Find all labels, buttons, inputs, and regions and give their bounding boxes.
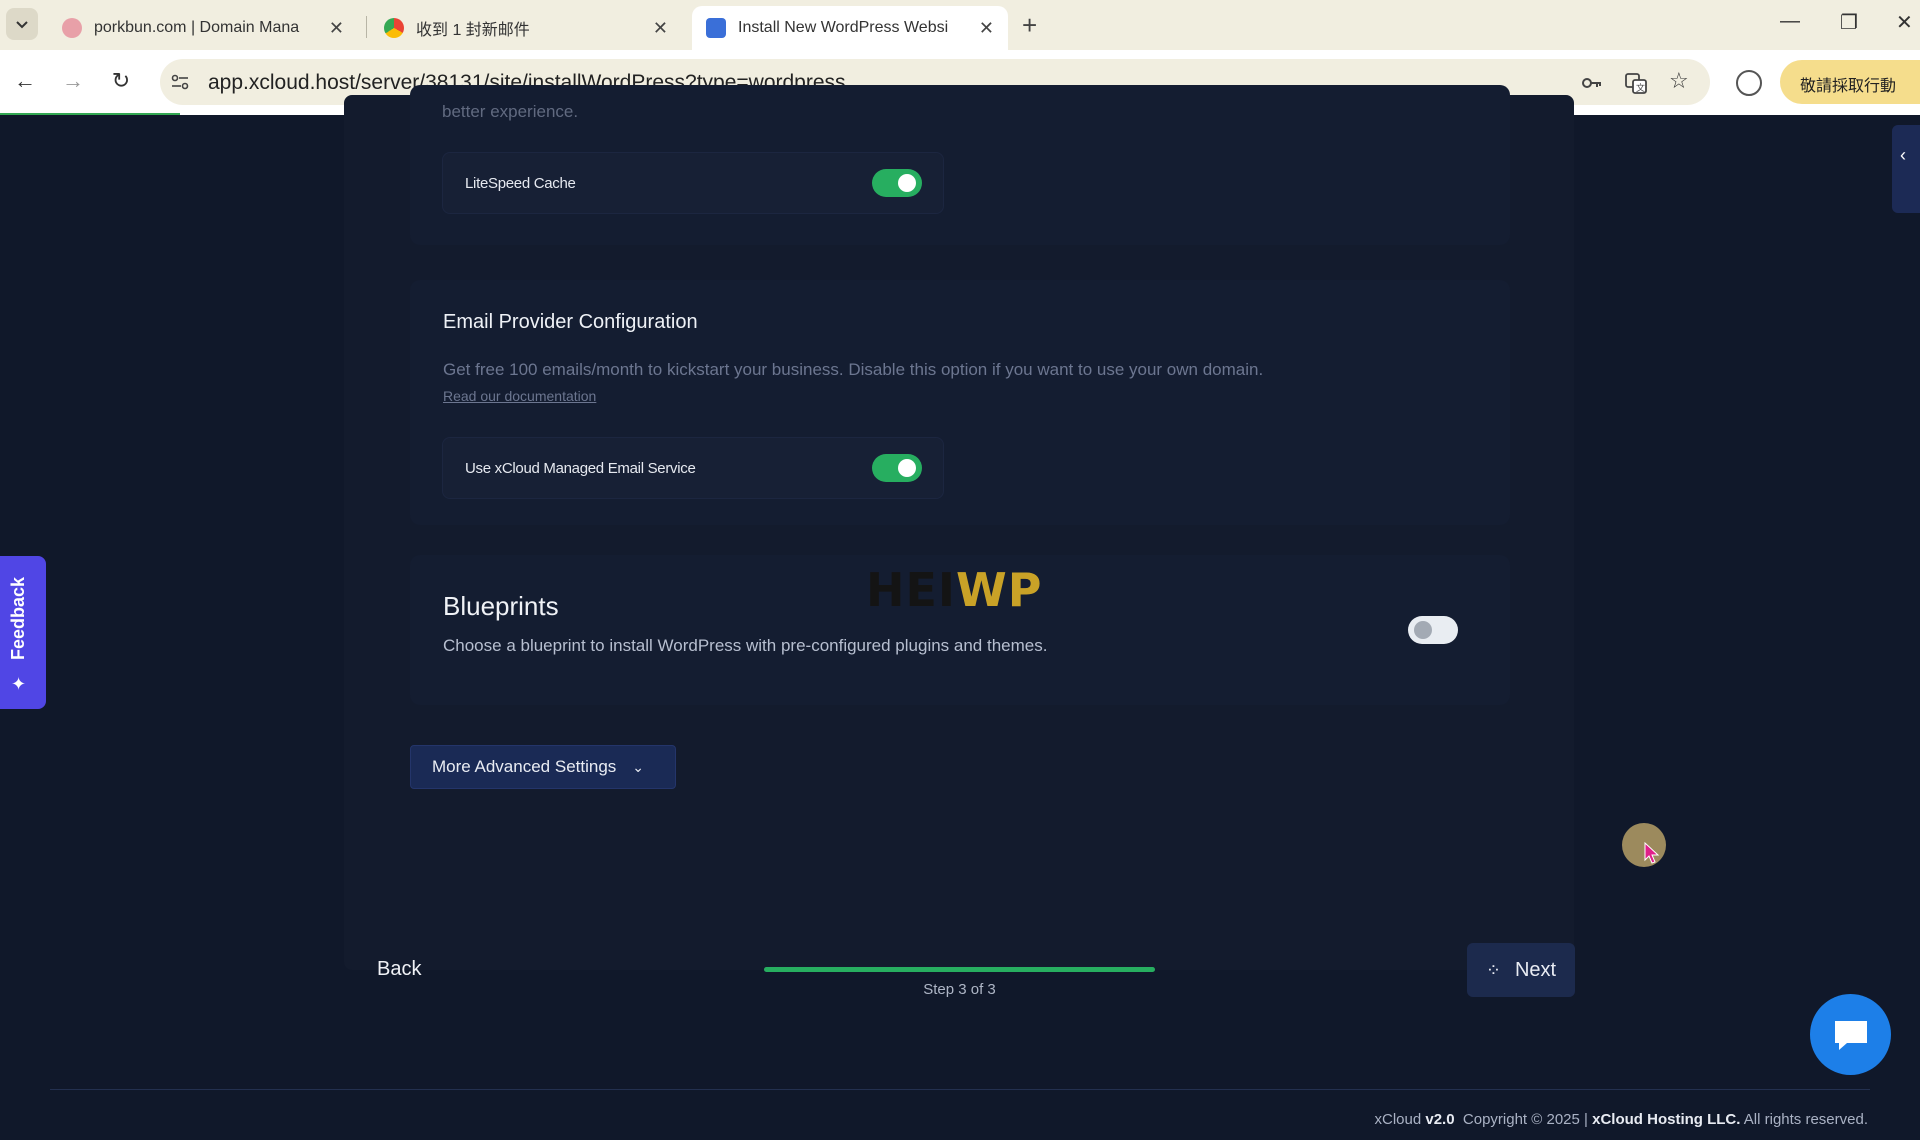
email-section-title: Email Provider Configuration xyxy=(443,311,698,333)
xcloud-favicon-icon xyxy=(706,18,726,38)
page-content: better experience. LiteSpeed Cache Email… xyxy=(0,85,1920,1140)
action-required-button[interactable]: 敬請採取行動 xyxy=(1780,60,1920,104)
restore-icon[interactable]: ❐ xyxy=(1840,10,1858,35)
chrome-favicon-icon xyxy=(384,18,404,38)
feedback-tab[interactable]: Feedback ✦ xyxy=(0,556,46,709)
litespeed-cache-row: LiteSpeed Cache xyxy=(442,152,944,214)
sidebar-collapse-tab[interactable]: ‹ xyxy=(1892,125,1920,213)
porkbun-favicon-icon xyxy=(62,18,82,38)
chat-bubble-icon xyxy=(1834,1020,1867,1050)
toggle-knob xyxy=(898,174,916,192)
blueprints-description: Choose a blueprint to install WordPress … xyxy=(443,636,1048,655)
forward-arrow-icon[interactable]: → xyxy=(58,68,88,94)
managed-email-row: Use xCloud Managed Email Service xyxy=(442,437,944,499)
tab-search-dropdown[interactable] xyxy=(6,8,38,40)
more-advanced-settings-button[interactable]: More Advanced Settings ⌄ xyxy=(410,745,676,789)
footer-divider xyxy=(50,1089,1870,1090)
tab-install-wordpress[interactable]: Install New WordPress Websi ✕ xyxy=(692,6,1008,50)
managed-email-label: Use xCloud Managed Email Service xyxy=(465,460,696,477)
blueprints-toggle[interactable] xyxy=(1408,616,1458,644)
live-chat-button[interactable] xyxy=(1810,994,1891,1075)
tab-divider xyxy=(366,16,367,38)
email-section-description: Get free 100 emails/month to kickstart y… xyxy=(443,360,1264,379)
feedback-label: Feedback xyxy=(8,576,28,660)
close-tab-icon[interactable]: ✕ xyxy=(653,18,668,39)
mouse-pointer-icon xyxy=(1644,842,1660,864)
back-arrow-icon[interactable]: ← xyxy=(10,68,40,94)
settings-panel xyxy=(344,85,1574,970)
footer-company-link[interactable]: xCloud Hosting LLC. xyxy=(1592,1111,1740,1128)
translate-icon[interactable]: 文 xyxy=(1624,71,1648,95)
minimize-icon[interactable]: — xyxy=(1780,10,1800,33)
litespeed-cache-label: LiteSpeed Cache xyxy=(465,175,576,192)
managed-email-toggle[interactable] xyxy=(872,454,922,482)
documentation-link[interactable]: Read our documentation xyxy=(443,388,596,404)
password-key-icon[interactable] xyxy=(1580,71,1604,95)
new-tab-plus-icon[interactable]: + xyxy=(1022,10,1037,41)
browser-tab-bar: porkbun.com | Domain Mana ✕ 收到 1 封新邮件 ✕ … xyxy=(0,0,1920,50)
step-progress-bar xyxy=(764,967,1155,972)
next-button[interactable]: ⁘ Next xyxy=(1467,943,1575,997)
step-progress-fill xyxy=(764,967,1155,972)
toggle-knob xyxy=(898,459,916,477)
heiwp-watermark: HEIWP xyxy=(866,563,1043,617)
svg-text:文: 文 xyxy=(1636,82,1645,94)
reload-icon[interactable]: ↻ xyxy=(106,68,136,94)
footer: xCloud v2.0 Copyright © 2025 | xCloud Ho… xyxy=(1374,1111,1868,1128)
step-indicator: Step 3 of 3 xyxy=(923,981,996,998)
faded-description-text: better experience. xyxy=(442,102,579,121)
toggle-knob xyxy=(1414,621,1432,639)
more-advanced-settings-label: More Advanced Settings xyxy=(432,757,617,776)
litespeed-cache-toggle[interactable] xyxy=(872,169,922,197)
site-info-icon[interactable] xyxy=(170,72,190,92)
next-button-label: Next xyxy=(1514,958,1557,981)
close-window-icon[interactable]: ✕ xyxy=(1896,10,1913,35)
chevron-down-icon xyxy=(16,21,28,29)
loading-spinner-icon: ⁘ xyxy=(1485,959,1501,980)
profile-avatar-icon[interactable] xyxy=(1736,70,1762,96)
close-tab-icon[interactable]: ✕ xyxy=(329,18,344,39)
sparkle-icon: ✦ xyxy=(11,674,27,694)
tab-email[interactable]: 收到 1 封新邮件 ✕ xyxy=(370,6,682,50)
back-button[interactable]: Back xyxy=(377,958,421,981)
bookmark-star-icon[interactable]: ☆ xyxy=(1669,68,1693,93)
blueprints-title: Blueprints xyxy=(443,591,559,621)
tab-porkbun[interactable]: porkbun.com | Domain Mana ✕ xyxy=(48,6,358,50)
close-tab-icon[interactable]: ✕ xyxy=(979,18,994,39)
chevron-down-icon: ⌄ xyxy=(632,758,645,775)
chevron-left-icon: ‹ xyxy=(1900,145,1906,165)
